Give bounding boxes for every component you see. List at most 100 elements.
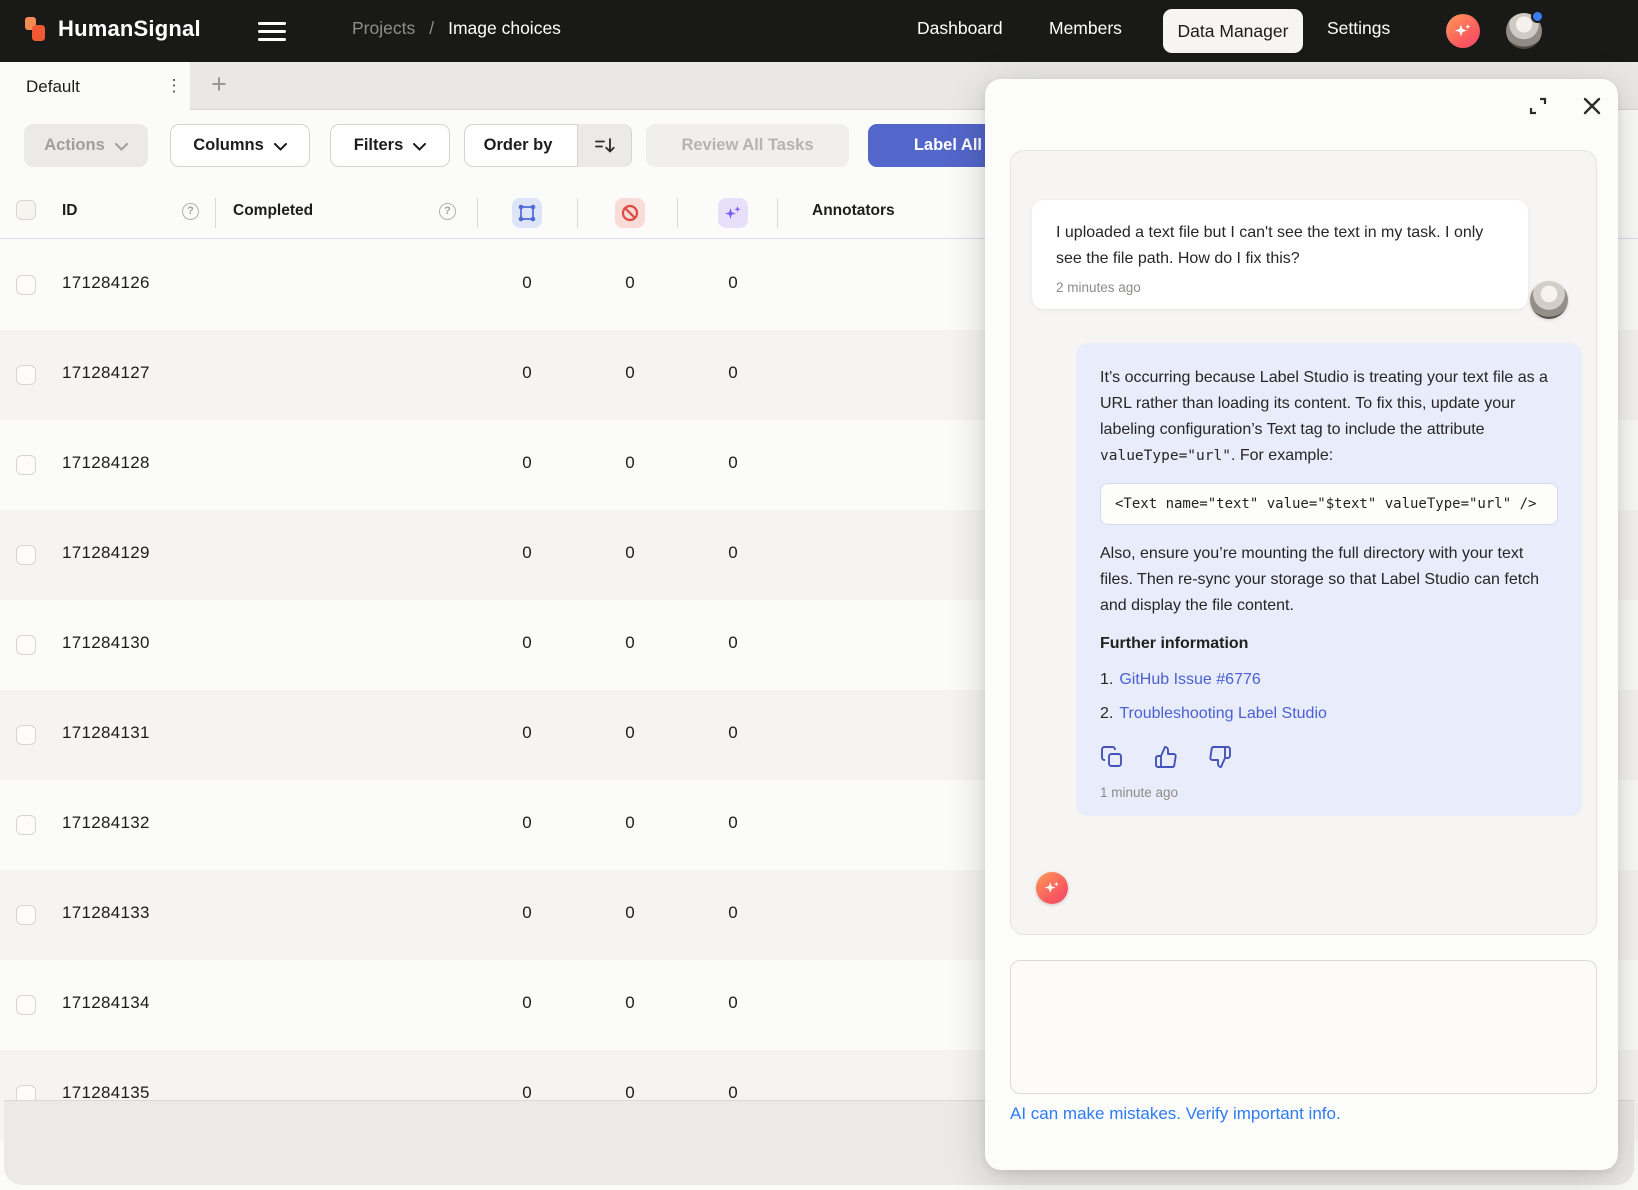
- count-value: 0: [618, 273, 642, 293]
- notification-dot: [1531, 10, 1544, 23]
- row-checkbox[interactable]: [16, 275, 36, 295]
- column-divider[interactable]: [777, 198, 778, 228]
- task-id: 171284129: [62, 543, 150, 563]
- review-all-tasks-label: Review All Tasks: [681, 136, 813, 155]
- top-nav: HumanSignal Projects / Image choices Das…: [0, 0, 1638, 62]
- count-value: 0: [515, 543, 539, 563]
- chat-input[interactable]: [1010, 960, 1597, 1094]
- count-value: 0: [515, 633, 539, 653]
- count-value: 0: [721, 633, 745, 653]
- ai-assistant-button[interactable]: [1446, 14, 1480, 48]
- github-issue-link[interactable]: GitHub Issue #6776: [1119, 671, 1260, 688]
- count-value: 0: [721, 543, 745, 563]
- row-checkbox[interactable]: [16, 545, 36, 565]
- id-help-icon[interactable]: ?: [182, 203, 199, 220]
- tab-default-label: Default: [26, 77, 80, 97]
- list-item: 2.Troubleshooting Label Studio: [1100, 697, 1558, 731]
- thumbs-down-icon[interactable]: [1208, 745, 1232, 769]
- cancelled-annotations-column-icon[interactable]: [615, 198, 645, 228]
- troubleshooting-link[interactable]: Troubleshooting Label Studio: [1119, 705, 1327, 722]
- row-checkbox[interactable]: [16, 725, 36, 745]
- task-id: 171284126: [62, 273, 150, 293]
- nav-item-members[interactable]: Members: [1049, 18, 1122, 39]
- ai-message-time: 1 minute ago: [1100, 785, 1558, 800]
- annotations-column-icon[interactable]: [512, 198, 542, 228]
- count-value: 0: [618, 993, 642, 1013]
- brand[interactable]: HumanSignal: [24, 14, 201, 44]
- nav-item-dashboard[interactable]: Dashboard: [917, 18, 1003, 39]
- order-by-label: Order by: [469, 136, 567, 155]
- humansignal-logo-icon: [24, 14, 48, 44]
- column-divider[interactable]: [677, 198, 678, 228]
- sparkles-icon: [1043, 879, 1061, 897]
- chevron-down-icon: [115, 143, 128, 151]
- tab-default[interactable]: Default ⋮: [0, 62, 190, 111]
- count-value: 0: [515, 813, 539, 833]
- column-divider[interactable]: [477, 198, 478, 228]
- expand-icon[interactable]: [1526, 94, 1550, 118]
- predictions-column-icon[interactable]: [718, 198, 748, 228]
- row-checkbox[interactable]: [16, 455, 36, 475]
- order-by-button[interactable]: Order by: [464, 124, 632, 167]
- column-header-completed[interactable]: Completed: [233, 202, 313, 220]
- add-tab-button[interactable]: +: [204, 70, 234, 100]
- user-message-time: 2 minutes ago: [1056, 280, 1504, 295]
- reference-links: 1.GitHub Issue #6776 2.Troubleshooting L…: [1100, 663, 1558, 731]
- task-id: 171284131: [62, 723, 150, 743]
- list-item: 1.GitHub Issue #6776: [1100, 663, 1558, 697]
- actions-button[interactable]: Actions: [24, 124, 148, 167]
- count-value: 0: [721, 813, 745, 833]
- columns-button[interactable]: Columns: [170, 124, 310, 167]
- actions-label: Actions: [44, 136, 105, 155]
- user-message-avatar: [1530, 281, 1568, 319]
- filters-button[interactable]: Filters: [330, 124, 450, 167]
- nav-item-settings[interactable]: Settings: [1327, 18, 1390, 39]
- row-checkbox[interactable]: [16, 635, 36, 655]
- column-header-id[interactable]: ID: [62, 202, 78, 220]
- feedback-row: [1100, 745, 1558, 769]
- ai-avatar: [1036, 872, 1068, 904]
- user-avatar[interactable]: [1506, 13, 1542, 49]
- ai-message-paragraph-1: It’s occurring because Label Studio is t…: [1100, 365, 1558, 469]
- completed-help-icon[interactable]: ?: [439, 203, 456, 220]
- count-value: 0: [721, 273, 745, 293]
- task-id: 171284133: [62, 903, 150, 923]
- code-block[interactable]: <Text name="text" value="$text" valueTyp…: [1100, 483, 1558, 525]
- thumbs-up-icon[interactable]: [1154, 745, 1178, 769]
- close-icon[interactable]: [1580, 94, 1604, 118]
- user-message-text: I uploaded a text file but I can't see t…: [1056, 220, 1504, 272]
- app: Actions Columns Filters Order by Review …: [0, 0, 1638, 1190]
- tab-options-icon[interactable]: ⋮: [162, 74, 186, 98]
- row-checkbox[interactable]: [16, 365, 36, 385]
- menu-icon[interactable]: [258, 18, 286, 44]
- count-value: 0: [515, 723, 539, 743]
- sort-direction-icon[interactable]: [577, 124, 631, 167]
- brand-name: HumanSignal: [58, 16, 201, 42]
- count-value: 0: [618, 903, 642, 923]
- review-all-tasks-button[interactable]: Review All Tasks: [646, 124, 849, 167]
- filters-label: Filters: [354, 136, 404, 155]
- count-value: 0: [618, 633, 642, 653]
- further-information-heading: Further information: [1100, 635, 1558, 653]
- column-divider[interactable]: [577, 198, 578, 228]
- breadcrumb-projects[interactable]: Projects: [352, 18, 415, 39]
- row-checkbox[interactable]: [16, 995, 36, 1015]
- sparkles-icon: [1453, 21, 1473, 41]
- breadcrumb: Projects / Image choices: [352, 18, 561, 39]
- column-header-annotators[interactable]: Annotators: [812, 202, 895, 220]
- count-value: 0: [721, 723, 745, 743]
- ai-message-paragraph-2: Also, ensure you’re mounting the full di…: [1100, 541, 1558, 619]
- count-value: 0: [618, 813, 642, 833]
- count-value: 0: [515, 453, 539, 473]
- nav-item-data-manager[interactable]: Data Manager: [1163, 9, 1303, 53]
- count-value: 0: [515, 363, 539, 383]
- ai-disclaimer-link[interactable]: AI can make mistakes. Verify important i…: [1010, 1104, 1341, 1124]
- copy-icon[interactable]: [1100, 745, 1124, 769]
- task-id: 171284134: [62, 993, 150, 1013]
- count-value: 0: [618, 363, 642, 383]
- row-checkbox[interactable]: [16, 905, 36, 925]
- select-all-checkbox[interactable]: [16, 200, 36, 220]
- count-value: 0: [721, 903, 745, 923]
- row-checkbox[interactable]: [16, 815, 36, 835]
- column-divider[interactable]: [215, 198, 216, 228]
